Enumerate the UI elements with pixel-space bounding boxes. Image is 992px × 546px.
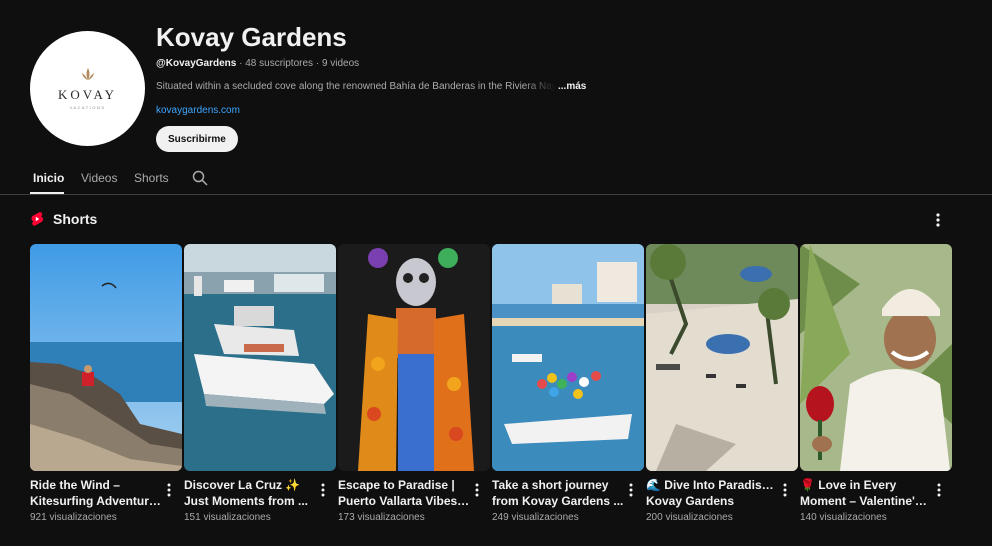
channel-meta: @KovayGardens · 48 suscriptores · 9 vide… bbox=[156, 58, 359, 69]
short-thumbnail[interactable] bbox=[492, 244, 644, 471]
kitesurf-thumbnail-image bbox=[30, 244, 182, 471]
short-views: 140 visualizaciones bbox=[800, 512, 887, 523]
channel-name: Kovay Gardens bbox=[156, 22, 347, 52]
tab-shorts[interactable]: Shorts bbox=[134, 171, 169, 185]
channel-avatar[interactable]: KOVAY VACATIONS bbox=[30, 31, 145, 146]
more-vert-icon[interactable] bbox=[626, 482, 636, 498]
short-views: 173 visualizaciones bbox=[338, 512, 425, 523]
short-thumbnail[interactable] bbox=[800, 244, 952, 471]
short-title[interactable]: 🌊 Dive Into Paradise at Kovay Gardens bbox=[646, 477, 778, 509]
short-thumbnail[interactable] bbox=[338, 244, 490, 471]
lotus-logo-icon bbox=[81, 68, 94, 80]
beach-aerial-thumbnail-image bbox=[646, 244, 798, 471]
short-title[interactable]: Take a short journey from Kovay Gardens … bbox=[492, 477, 624, 509]
short-views: 921 visualizaciones bbox=[30, 512, 117, 523]
short-title[interactable]: Escape to Paradise | Puerto Vallarta Vib… bbox=[338, 477, 470, 509]
search-icon[interactable] bbox=[192, 170, 208, 186]
more-vert-icon[interactable] bbox=[472, 482, 482, 498]
short-card[interactable]: Discover La Cruz ✨ Just Moments from ...… bbox=[184, 244, 336, 534]
subscribe-button[interactable]: Suscribirme bbox=[156, 126, 238, 152]
avatar-brand-text: KOVAY bbox=[57, 87, 118, 102]
catrina-thumbnail-image bbox=[338, 244, 490, 471]
short-title-line: 🌊 Dive Into Paradise at bbox=[646, 478, 778, 492]
shorts-logo-icon bbox=[31, 212, 43, 226]
short-thumbnail[interactable] bbox=[646, 244, 798, 471]
channel-description[interactable]: Situated within a secluded cove along th… bbox=[156, 81, 596, 92]
section-title: Shorts bbox=[53, 211, 98, 227]
short-card[interactable]: 🌹 Love in Every Moment – Valentine's ...… bbox=[800, 244, 952, 534]
short-title-line: Kitesurfing Adventure... bbox=[30, 494, 162, 508]
short-title-line: Escape to Paradise | bbox=[338, 478, 455, 492]
short-title-line: Kovay Gardens bbox=[646, 494, 735, 508]
short-card[interactable]: 🌊 Dive Into Paradise at Kovay Gardens 20… bbox=[646, 244, 798, 534]
short-title[interactable]: 🌹 Love in Every Moment – Valentine's ... bbox=[800, 477, 932, 509]
short-title-line: Puerto Vallarta Vibes ... bbox=[338, 494, 470, 508]
tab-videos[interactable]: Videos bbox=[81, 171, 117, 185]
short-card[interactable]: Escape to Paradise | Puerto Vallarta Vib… bbox=[338, 244, 490, 534]
short-title-line: Moment – Valentine's ... bbox=[800, 494, 932, 508]
short-title-line: 🌹 Love in Every bbox=[800, 478, 897, 492]
short-card[interactable]: Take a short journey from Kovay Gardens … bbox=[492, 244, 644, 534]
video-count: 9 videos bbox=[321, 58, 360, 69]
channel-tabs: Inicio Videos Shorts bbox=[0, 160, 992, 194]
short-views: 249 visualizaciones bbox=[492, 512, 579, 523]
short-title-line: Ride the Wind – bbox=[30, 478, 120, 492]
short-thumbnail[interactable] bbox=[30, 244, 182, 471]
short-title[interactable]: Ride the Wind – Kitesurfing Adventure... bbox=[30, 477, 162, 509]
catamaran-thumbnail-image bbox=[184, 244, 336, 471]
avatar-sub-text: VACATIONS bbox=[69, 105, 106, 110]
short-views: 200 visualizaciones bbox=[646, 512, 733, 523]
description-text: Situated within a secluded cove along th… bbox=[156, 81, 556, 92]
short-title-line: from Kovay Gardens ... bbox=[492, 494, 624, 508]
short-title-line: Just Moments from ... bbox=[184, 494, 309, 508]
channel-handle: @KovayGardens bbox=[156, 58, 237, 69]
more-vert-icon[interactable] bbox=[932, 212, 944, 228]
short-title[interactable]: Discover La Cruz ✨ Just Moments from ... bbox=[184, 477, 316, 509]
tabs-divider bbox=[0, 194, 992, 195]
short-title-line: Take a short journey bbox=[492, 478, 609, 492]
valentine-thumbnail-image bbox=[800, 244, 952, 471]
subscriber-count: 48 suscriptores bbox=[245, 58, 314, 69]
short-views: 151 visualizaciones bbox=[184, 512, 271, 523]
short-thumbnail[interactable] bbox=[184, 244, 336, 471]
balloon-boat-thumbnail-image bbox=[492, 244, 644, 471]
description-more-link[interactable]: ...más bbox=[558, 81, 586, 92]
short-title-line: Discover La Cruz ✨ bbox=[184, 478, 301, 492]
channel-website-link[interactable]: kovaygardens.com bbox=[156, 105, 240, 116]
more-vert-icon[interactable] bbox=[318, 482, 328, 498]
more-vert-icon[interactable] bbox=[780, 482, 790, 498]
short-card[interactable]: Ride the Wind – Kitesurfing Adventure...… bbox=[30, 244, 182, 534]
tab-inicio[interactable]: Inicio bbox=[33, 171, 64, 185]
more-vert-icon[interactable] bbox=[934, 482, 944, 498]
more-vert-icon[interactable] bbox=[164, 482, 174, 498]
